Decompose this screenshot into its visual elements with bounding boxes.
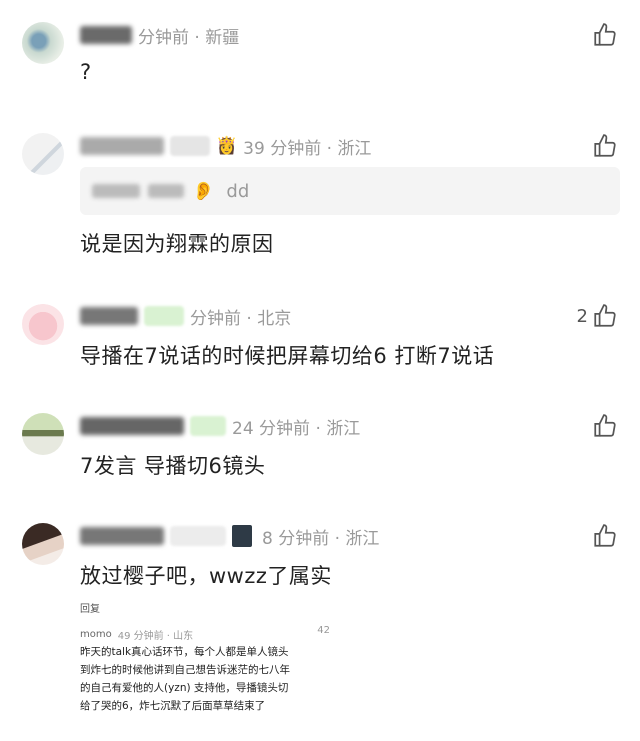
- embedded-author: momo: [80, 628, 112, 640]
- quoted-reply[interactable]: 👂 dd: [80, 167, 620, 215]
- comment-text: 导播在7说话的时候把屏幕切给6 打断7说话: [80, 344, 495, 368]
- thumbs-up-icon: [594, 414, 616, 437]
- person-emoji: 👸: [216, 136, 238, 156]
- comment-text: 说是因为翔霖的原因: [80, 232, 274, 256]
- ear-emoji: 👂: [192, 180, 215, 202]
- like-count: 2: [576, 305, 588, 327]
- like-button[interactable]: [588, 22, 618, 48]
- like-button[interactable]: [588, 413, 618, 439]
- quoted-text: dd: [226, 180, 250, 202]
- user-badge: [144, 306, 184, 326]
- user-badge: [190, 416, 226, 436]
- comment-meta: 分钟前 · 北京: [80, 303, 291, 329]
- comment-time: 分钟前 · 北京: [190, 308, 292, 329]
- embedded-meta: momo 49 分钟前 · 山东: [80, 625, 330, 643]
- embedded-line: 昨天的talk真心话环节，每个人都是单人镜头: [80, 646, 289, 658]
- comment-meta: 8 分钟前 · 浙江: [80, 523, 379, 549]
- embedded-line: 的自己有爱他的人(yzn) 支持他，导播镜头切: [80, 682, 289, 694]
- comment-text: 放过樱子吧，wwzz了属实: [80, 564, 332, 588]
- username-blurred[interactable]: [80, 527, 164, 545]
- embedded-line: 给了哭的6，炸七沉默了后面草草结束了: [80, 700, 266, 712]
- like-button[interactable]: 2: [577, 303, 618, 329]
- avatar[interactable]: [22, 22, 64, 64]
- thumbs-up-icon: [594, 524, 616, 547]
- comment-time: 39 分钟前 · 浙江: [243, 138, 372, 159]
- user-badge: [170, 136, 210, 156]
- like-button[interactable]: [588, 133, 618, 159]
- thumbs-up-icon: [594, 23, 616, 46]
- embedded-time: 49 分钟前 · 山东: [117, 630, 194, 642]
- thumbs-up-icon: [594, 304, 616, 327]
- embedded-line: 到炸七的时候他讲到自己想告诉迷茫的七八年: [80, 664, 290, 676]
- comment-time: 24 分钟前 · 浙江: [232, 418, 361, 439]
- username-blurred[interactable]: [80, 137, 164, 155]
- comment-meta: 分钟前 · 新疆: [80, 22, 239, 48]
- comment-meta: 👸 39 分钟前 · 浙江: [80, 133, 371, 159]
- quoted-name-blurred: [92, 184, 140, 198]
- username-blurred[interactable]: [80, 417, 184, 435]
- avatar[interactable]: [22, 523, 64, 565]
- book-emoji: [232, 525, 252, 547]
- thumbs-up-icon: [594, 134, 616, 157]
- username-blurred[interactable]: [80, 26, 132, 44]
- user-badge: [170, 526, 226, 546]
- avatar[interactable]: [22, 413, 64, 455]
- comment-text: ?: [80, 60, 92, 84]
- avatar[interactable]: [22, 303, 64, 345]
- embedded-count: 42: [317, 625, 330, 636]
- avatar[interactable]: [22, 133, 64, 175]
- username-blurred[interactable]: [80, 307, 138, 325]
- comment-text: 7发言 导播切6镜头: [80, 454, 266, 478]
- quoted-name-blurred: [148, 184, 184, 198]
- reply-link[interactable]: 回复: [80, 600, 100, 615]
- like-button[interactable]: [588, 523, 618, 549]
- embedded-screenshot: momo 49 分钟前 · 山东 42 昨天的talk真心话环节，每个人都是单人…: [80, 625, 330, 735]
- comment-time: 8 分钟前 · 浙江: [262, 528, 380, 549]
- comment-time: 分钟前 · 新疆: [138, 27, 240, 48]
- comment-meta: 24 分钟前 · 浙江: [80, 413, 360, 439]
